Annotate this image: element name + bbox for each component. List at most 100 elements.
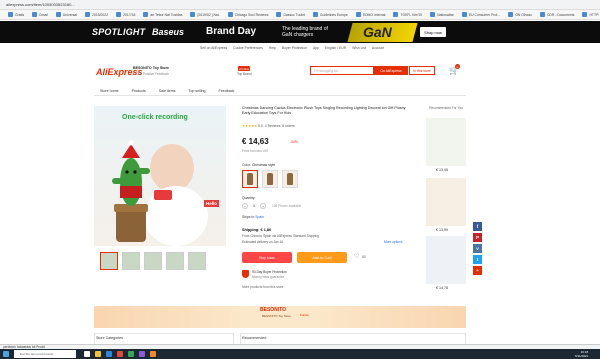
store-nav-item[interactable]: Store home xyxy=(100,89,119,93)
search-aliexpress-button[interactable]: On AliExpress xyxy=(374,66,408,75)
taskbar-app-icon[interactable] xyxy=(150,351,156,357)
bookmark-item[interactable]: HTTP: Tras yo phleb xyxy=(582,12,600,17)
bookmark-item[interactable]: EDMO Internat xyxy=(355,12,385,17)
thumbnail[interactable] xyxy=(144,252,162,270)
quantity-increase-button[interactable]: + xyxy=(260,203,266,209)
utility-nav-link[interactable]: Help xyxy=(269,46,276,53)
follow-store-button[interactable]: +Follow xyxy=(238,66,250,71)
ships-to-label: Ships to xyxy=(242,215,255,219)
discount-badge: -54% xyxy=(290,140,298,144)
bookmark-item[interactable]: art Tebor Nat Toshiba xyxy=(143,12,182,17)
store-nav-item[interactable]: Sale items xyxy=(159,89,176,93)
facebook-icon[interactable]: f xyxy=(473,222,482,231)
bookmark-favicon-icon xyxy=(143,12,149,17)
quantity-value[interactable]: 1 xyxy=(250,204,258,208)
taskbar-app-icon[interactable] xyxy=(95,351,101,357)
bookmark-item[interactable]: CDR - Documents xyxy=(539,12,574,17)
url-text[interactable]: aliexpress.com/item/1005003523180... xyxy=(6,2,75,7)
color-option[interactable] xyxy=(242,170,258,188)
bookmark-item[interactable]: ON Olhxao xyxy=(508,12,532,17)
utility-nav-link[interactable]: Account xyxy=(372,46,384,53)
bookmark-item[interactable]: EU Consumer Prot... xyxy=(461,12,501,17)
bookmark-item[interactable]: Universal xyxy=(55,12,77,17)
utility-nav-link[interactable]: Wish List xyxy=(352,46,366,53)
bookmark-label: art Tebor Nat Toshiba xyxy=(150,12,183,17)
search-input[interactable]: I'm shopping for... xyxy=(310,66,374,75)
more-from-store-link[interactable]: More products from this store xyxy=(242,285,283,289)
windows-taskbar xyxy=(0,349,600,359)
bookmark-favicon-icon xyxy=(276,12,282,17)
taskbar-app-icon[interactable] xyxy=(106,351,112,357)
store-categories-heading: Store Categories xyxy=(96,336,123,340)
bookmark-item[interactable]: Guidelines Europe xyxy=(312,12,348,17)
bookmark-item[interactable]: Chicago Soci Reviews xyxy=(227,12,269,17)
thumbnail[interactable] xyxy=(188,252,206,270)
color-option[interactable] xyxy=(282,170,298,188)
utility-nav-link[interactable]: Cookie Preferences xyxy=(233,46,263,53)
recommended-item-image[interactable] xyxy=(426,118,466,166)
utility-nav-link[interactable]: Sell on AliExpress xyxy=(200,46,227,53)
recommended-item-image[interactable] xyxy=(426,236,466,284)
thumbnail[interactable] xyxy=(100,252,118,270)
bookmark-item[interactable]: 2015/2022 xyxy=(85,12,108,17)
search-store-button[interactable]: In this store xyxy=(409,66,435,75)
thumbnail[interactable] xyxy=(122,252,140,270)
thumbnail[interactable] xyxy=(166,252,184,270)
bookmark-favicon-icon xyxy=(55,12,61,17)
bookmark-favicon-icon xyxy=(85,12,91,17)
reviews-link[interactable]: 4 Reviews xyxy=(265,124,281,128)
store-nav: Store home Products Sale items Top selling F… xyxy=(94,86,466,96)
more-shipping-options-link[interactable]: More options xyxy=(384,240,402,244)
bookmark-item[interactable]: 2017/18 xyxy=(116,12,135,17)
bookmark-favicon-icon xyxy=(430,12,436,17)
bookmark-item[interactable]: Nationalise xyxy=(430,12,454,17)
taskbar-clock[interactable]: 16:18 6/11/2021 xyxy=(575,350,588,358)
twitter-icon[interactable]: t xyxy=(473,255,482,264)
bookmark-label: Gratis xyxy=(15,12,25,17)
promo-banner[interactable]: SPOTLIGHT Baseus Brand Day The leading b… xyxy=(0,21,600,43)
bookmark-item[interactable]: TOEFL Kirr/10 xyxy=(393,12,422,17)
store-nav-item[interactable]: Feedback xyxy=(219,89,235,93)
ships-to-country[interactable]: Spain xyxy=(255,215,264,219)
add-to-cart-button[interactable]: Add to Cart xyxy=(297,252,347,263)
utility-nav-link[interactable]: English / EUR xyxy=(325,46,346,53)
product-main-image[interactable]: One-click recording Hello xyxy=(94,106,226,246)
bookmark-item[interactable]: Dassuc Tuulet xyxy=(276,12,305,17)
bookmark-item[interactable]: [2019/02 ] Nat. xyxy=(190,12,220,17)
utility-nav-link[interactable]: App xyxy=(313,46,319,53)
store-name[interactable]: BESONITO Toy Store xyxy=(133,66,169,70)
pinterest-icon[interactable]: P xyxy=(473,233,482,242)
bookmark-favicon-icon xyxy=(190,12,196,17)
store-banner-follow[interactable]: Follow xyxy=(300,313,309,317)
bookmark-label: Chicago Soci Reviews xyxy=(234,12,269,17)
bookmark-label: HTTP: Tras yo phleb xyxy=(589,12,600,17)
buy-now-button[interactable]: Buy Now xyxy=(242,252,292,263)
more-share-icon[interactable]: + xyxy=(473,266,482,275)
bookmark-label: Guidelines Europe xyxy=(319,12,348,17)
bookmark-item[interactable]: Gratis xyxy=(8,12,24,17)
bookmarks-bar: Gratis Gmail Universal 2015/2022 2017/18 art … xyxy=(0,10,600,20)
vk-icon[interactable]: v xyxy=(473,244,482,253)
store-badge: Top Brand xyxy=(237,72,252,76)
store-banner-subtitle: BESONITO Toy Store xyxy=(262,314,291,318)
recommended-item-image[interactable] xyxy=(426,178,466,226)
taskbar-search-input[interactable]: Escribe aquí para buscar xyxy=(14,350,76,358)
shop-now-button[interactable]: Shop now xyxy=(420,27,446,37)
bookmark-label: EU Consumer Prot... xyxy=(468,12,501,17)
windows-start-icon[interactable] xyxy=(3,351,9,357)
taskbar-app-icon[interactable] xyxy=(84,351,90,357)
store-nav-item[interactable]: Top selling xyxy=(189,89,206,93)
taskbar-app-icon[interactable] xyxy=(139,351,145,357)
quantity-decrease-button[interactable]: − xyxy=(242,203,248,209)
image-hello-sign: Hello xyxy=(204,200,220,207)
address-bar[interactable]: aliexpress.com/item/1005003523180... xyxy=(0,0,600,10)
taskbar-app-icon[interactable] xyxy=(117,351,123,357)
banner-subtitle-2: GaN chargers xyxy=(282,32,314,38)
shipping-estimate: Estimated delivery on Jan 16 xyxy=(242,240,283,244)
taskbar-app-icon[interactable] xyxy=(128,351,134,357)
store-nav-item[interactable]: Products xyxy=(132,89,146,93)
bookmark-item[interactable]: Gmail xyxy=(32,12,48,17)
color-option[interactable] xyxy=(262,170,278,188)
wishlist-heart-icon[interactable]: ♡ xyxy=(354,253,359,260)
utility-nav-link[interactable]: Buyer Protection xyxy=(282,46,307,53)
